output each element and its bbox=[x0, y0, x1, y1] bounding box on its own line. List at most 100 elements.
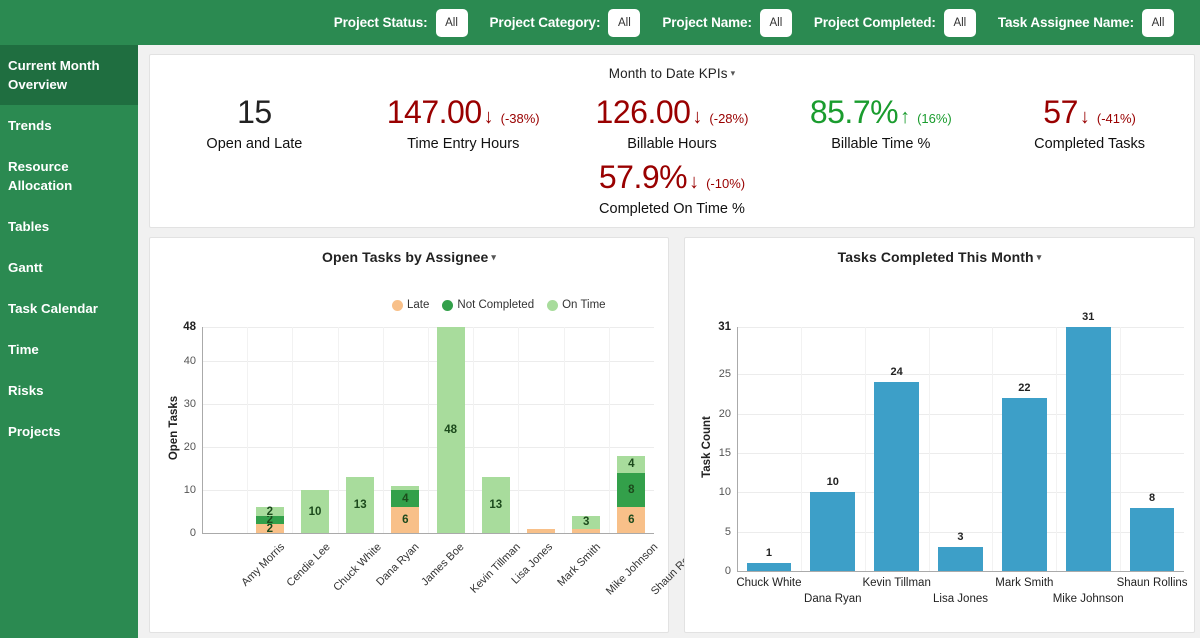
filter-group-project-status: Project Status: All bbox=[334, 9, 468, 37]
kpi-label: Open and Late bbox=[150, 136, 359, 152]
bar-james-boe[interactable]: 64 bbox=[391, 327, 419, 533]
legend-label: Not Completed bbox=[457, 299, 534, 311]
bar-mark-smith[interactable] bbox=[1002, 398, 1047, 571]
open-tasks-chart-title[interactable]: Open Tasks by Assignee▾ bbox=[150, 238, 668, 265]
x-axis-label: Chuck White bbox=[331, 541, 384, 594]
kpi-value: 57 bbox=[1043, 93, 1078, 131]
filter-value-project-status[interactable]: All bbox=[436, 9, 468, 37]
x-gridline bbox=[473, 327, 474, 533]
y-axis-tick: 25 bbox=[693, 368, 731, 380]
filter-value-task-assignee-name[interactable]: All bbox=[1142, 9, 1174, 37]
bar-shaun-rollins[interactable] bbox=[1130, 508, 1175, 571]
y-axis-tick: 31 bbox=[693, 321, 731, 333]
bar-amy-morris[interactable] bbox=[211, 327, 239, 533]
kpi-delta: (-28%) bbox=[709, 111, 748, 126]
kpi-value-line: 126.00 ↓ (-28%) bbox=[568, 93, 777, 131]
sidebar-item-label: Gantt bbox=[8, 260, 43, 275]
legend-item-on-time[interactable]: On Time bbox=[547, 299, 605, 311]
kpi-sub-value-line: 57.9% ↓ (-10%) bbox=[568, 158, 777, 196]
sidebar-item-trends[interactable]: Trends bbox=[0, 105, 138, 146]
bar-mark-smith[interactable] bbox=[527, 327, 555, 533]
bar-mike-johnson[interactable]: 3 bbox=[572, 327, 600, 533]
sidebar-item-label: Task Calendar bbox=[8, 301, 98, 316]
x-axis-label: Chuck White bbox=[736, 577, 801, 589]
sidebar-item-time[interactable]: Time bbox=[0, 329, 138, 370]
x-gridline bbox=[1056, 327, 1057, 571]
bar-segment-value: 4 bbox=[391, 493, 419, 505]
kpi-panel-title[interactable]: Month to Date KPIs▾ bbox=[150, 55, 1194, 81]
legend-item-late[interactable]: Late bbox=[392, 299, 429, 311]
bar-segment-value: 6 bbox=[391, 514, 419, 526]
bar-dana-ryan[interactable]: 13 bbox=[346, 327, 374, 533]
filter-value-project-completed[interactable]: All bbox=[944, 9, 976, 37]
open-tasks-chart-title-text: Open Tasks by Assignee bbox=[322, 249, 488, 265]
x-gridline bbox=[865, 327, 866, 571]
kpi-value: 85.7% bbox=[810, 93, 898, 131]
chevron-down-icon[interactable]: ▾ bbox=[731, 68, 736, 78]
bar-shaun-rollins[interactable]: 684 bbox=[617, 327, 645, 533]
bar-mike-johnson[interactable] bbox=[1066, 327, 1111, 571]
y-axis-line bbox=[202, 327, 203, 533]
sidebar-item-label: Projects bbox=[8, 424, 60, 439]
kpi-completed-tasks: 57 ↓ (-41%) Completed Tasks bbox=[985, 93, 1194, 217]
filter-value-project-name[interactable]: All bbox=[760, 9, 792, 37]
kpi-value: 15 bbox=[237, 93, 272, 131]
bar-kevin-tillman[interactable] bbox=[874, 382, 919, 571]
sidebar-item-resource-allocation[interactable]: Resource Allocation bbox=[0, 146, 138, 206]
x-gridline bbox=[564, 327, 565, 533]
sidebar-item-risks[interactable]: Risks bbox=[0, 370, 138, 411]
filter-group-project-category: Project Category: All bbox=[490, 9, 641, 37]
x-axis-line bbox=[737, 571, 1184, 572]
x-axis-line bbox=[202, 533, 654, 534]
bar-chuck-white[interactable]: 10 bbox=[301, 327, 329, 533]
filter-value-project-category[interactable]: All bbox=[608, 9, 640, 37]
x-gridline bbox=[1120, 327, 1121, 571]
kpi-value-line: 57 ↓ (-41%) bbox=[985, 93, 1194, 131]
legend-item-not-completed[interactable]: Not Completed bbox=[442, 299, 534, 311]
kpi-time-entry-hours: 147.00 ↓ (-38%) Time Entry Hours bbox=[359, 93, 568, 217]
open-tasks-chart-area: Late Not Completed On Time 01020304048Am… bbox=[150, 265, 668, 625]
bar-segment-value: 10 bbox=[301, 506, 329, 518]
filter-label: Project Name: bbox=[662, 15, 751, 30]
kpi-value: 147.00 bbox=[387, 93, 482, 131]
kpi-sub-label: Completed On Time % bbox=[568, 201, 777, 217]
y-axis-title: Task Count bbox=[701, 397, 713, 497]
dashboard-root: Project Status: All Project Category: Al… bbox=[0, 0, 1200, 638]
kpi-sub-trend-arrow-icon: ↓ bbox=[689, 172, 699, 192]
kpi-sub-metric: 57.9% ↓ (-10%) Completed On Time % bbox=[568, 158, 777, 217]
bar-value-label: 8 bbox=[1130, 492, 1175, 504]
bar-kevin-tillman[interactable]: 48 bbox=[437, 327, 465, 533]
bar-segment-value: 6 bbox=[617, 514, 645, 526]
sidebar-item-tables[interactable]: Tables bbox=[0, 206, 138, 247]
x-axis-label: Lisa Jones bbox=[933, 593, 988, 605]
open-tasks-chart-panel: Open Tasks by Assignee▾ Late Not Complet… bbox=[149, 237, 669, 633]
sidebar-item-gantt[interactable]: Gantt bbox=[0, 247, 138, 288]
y-axis-tick: 0 bbox=[693, 565, 731, 577]
y-axis-title: Open Tasks bbox=[168, 378, 180, 478]
x-axis-label: Kevin Tillman bbox=[468, 541, 523, 596]
x-axis-label: Shaun Rollins bbox=[1117, 577, 1188, 589]
y-axis-tick: 10 bbox=[158, 484, 196, 496]
sidebar-item-current-month-overview[interactable]: Current Month Overview bbox=[0, 45, 138, 105]
bar-chuck-white[interactable] bbox=[747, 563, 792, 571]
x-axis-label: Amy Morris bbox=[239, 541, 287, 589]
kpi-delta: (16%) bbox=[917, 111, 952, 126]
kpi-sub-value: 57.9% bbox=[599, 158, 687, 196]
bar-value-label: 1 bbox=[747, 547, 792, 559]
bar-lisa-jones[interactable]: 13 bbox=[482, 327, 510, 533]
x-axis-label: Kevin Tillman bbox=[862, 577, 930, 589]
kpi-trend-arrow-icon: ↓ bbox=[692, 107, 702, 127]
chevron-down-icon[interactable]: ▾ bbox=[491, 252, 496, 262]
kpi-row: 15 Open and Late 147.00 ↓ (-38%) Time En… bbox=[150, 93, 1194, 217]
bar-lisa-jones[interactable] bbox=[938, 547, 983, 571]
kpi-delta: (-38%) bbox=[501, 111, 540, 126]
chevron-down-icon[interactable]: ▾ bbox=[1037, 252, 1042, 262]
tasks-completed-chart-area: 0510152025311Chuck White10Dana Ryan24Kev… bbox=[685, 265, 1194, 625]
chart-legend: Late Not Completed On Time bbox=[392, 299, 606, 311]
bar-segment-on-time[interactable] bbox=[391, 486, 419, 490]
sidebar-item-task-calendar[interactable]: Task Calendar bbox=[0, 288, 138, 329]
sidebar-item-projects[interactable]: Projects bbox=[0, 411, 138, 452]
bar-cendie-lee[interactable]: 222 bbox=[256, 327, 284, 533]
tasks-completed-chart-title[interactable]: Tasks Completed This Month▾ bbox=[685, 238, 1194, 265]
bar-dana-ryan[interactable] bbox=[810, 492, 855, 571]
